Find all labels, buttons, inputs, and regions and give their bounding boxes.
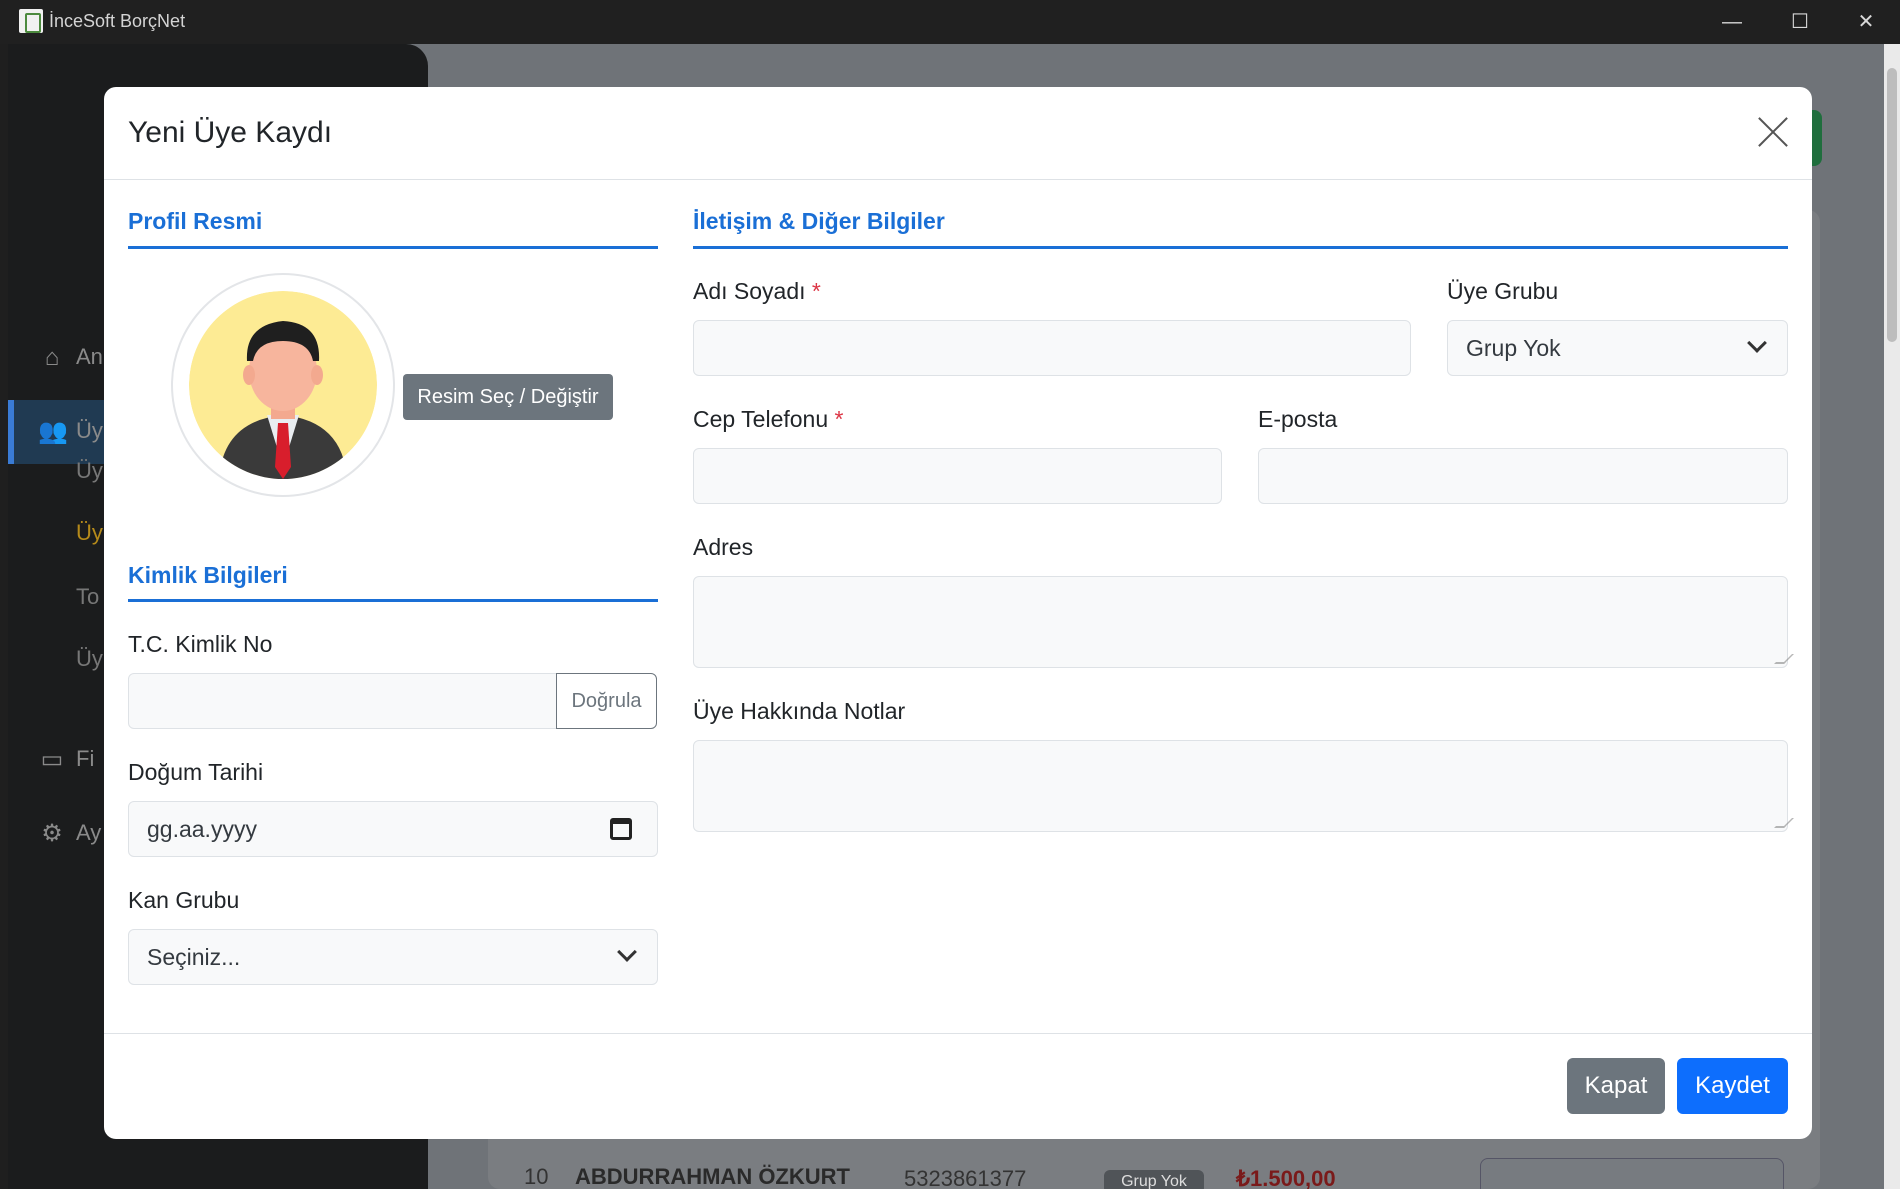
birthdate-input[interactable]: gg.aa.yyyy	[128, 801, 658, 857]
wallet-icon: ▭	[40, 746, 64, 773]
fullname-label: Adı Soyadı *	[693, 278, 821, 305]
sidebar-item-label: Ay	[76, 820, 102, 845]
blood-type-select[interactable]: Seçiniz...	[128, 929, 658, 985]
tc-input[interactable]	[128, 673, 558, 729]
avatar	[189, 291, 377, 479]
window-close-button[interactable]: ✕	[1832, 0, 1900, 44]
row-amount: ₺1.500,00	[1236, 1166, 1336, 1189]
address-label: Adres	[693, 534, 754, 560]
sidebar-subitem[interactable]: Üy	[76, 458, 103, 484]
resize-grip-icon[interactable]	[1774, 654, 1794, 664]
maximize-button[interactable]: ☐	[1766, 0, 1834, 44]
new-member-modal: Yeni Üye Kaydı Profil Resmi Resim Seç / …	[104, 87, 1812, 1139]
profile-section-divider	[128, 246, 658, 249]
contact-section-divider	[693, 246, 1788, 249]
minimize-button[interactable]: —	[1698, 0, 1766, 44]
sidebar-item-label: An	[76, 344, 103, 369]
scrollbar-thumb[interactable]	[1887, 68, 1897, 342]
row-phone: 5323861377	[904, 1166, 1027, 1189]
close-button[interactable]: Kapat	[1567, 1058, 1665, 1114]
member-group-label: Üye Grubu	[1447, 278, 1559, 304]
blood-type-label: Kan Grubu	[128, 887, 240, 913]
sidebar-item-label: Fi	[76, 746, 95, 771]
phone-label: Cep Telefonu *	[693, 406, 843, 433]
required-mark: *	[811, 278, 821, 304]
modal-title: Yeni Üye Kaydı	[128, 116, 333, 149]
row-name: ABDURRAHMAN ÖZKURT	[575, 1164, 850, 1189]
phone-label-text: Cep Telefonu	[693, 406, 829, 432]
contact-section-title: İletişim & Diğer Bilgiler	[693, 208, 945, 234]
row-group-badge: Grup Yok	[1104, 1170, 1204, 1189]
home-icon: ⌂	[44, 344, 60, 371]
modal-header: Yeni Üye Kaydı	[104, 87, 1812, 180]
modal-footer: Kapat Kaydet	[104, 1033, 1812, 1139]
tc-label: T.C. Kimlik No	[128, 631, 273, 657]
row-index: 10	[524, 1164, 549, 1189]
select-picture-button[interactable]: Resim Seç / Değiştir	[403, 374, 613, 420]
birthdate-label: Doğum Tarihi	[128, 759, 264, 785]
fullname-input[interactable]	[693, 320, 1411, 376]
resize-grip-icon[interactable]	[1774, 818, 1794, 828]
email-input[interactable]	[1258, 448, 1788, 504]
sidebar-subitem[interactable]: To	[76, 584, 99, 610]
verify-button[interactable]: Doğrula	[556, 673, 657, 729]
app-logo-icon	[19, 9, 43, 33]
profile-section-title: Profil Resmi	[128, 208, 263, 234]
close-icon[interactable]	[1756, 115, 1790, 149]
sidebar-subitem[interactable]: Üy	[76, 646, 103, 672]
identity-section-title: Kimlik Bilgileri	[128, 562, 288, 588]
sidebar-item-label: Üy	[76, 418, 103, 443]
address-textarea[interactable]	[693, 576, 1794, 668]
window-titlebar: İnceSoft BorçNet — ☐ ✕	[0, 0, 1900, 44]
save-button[interactable]: Kaydet	[1677, 1058, 1788, 1114]
email-label: E-posta	[1258, 406, 1338, 432]
member-group-select[interactable]: Grup Yok	[1447, 320, 1788, 376]
notes-label: Üye Hakkında Notlar	[693, 698, 906, 724]
identity-section-divider	[128, 599, 658, 602]
gear-icon: ⚙	[41, 820, 63, 847]
calendar-icon[interactable]	[610, 818, 632, 840]
row-action-buttons[interactable]	[1480, 1158, 1784, 1189]
fullname-label-text: Adı Soyadı	[693, 278, 806, 304]
users-icon: 👥	[38, 418, 68, 445]
phone-input[interactable]	[693, 448, 1222, 504]
sidebar-subitem-active[interactable]: Üy	[76, 520, 103, 546]
required-mark: *	[834, 406, 844, 432]
notes-textarea[interactable]	[693, 740, 1794, 832]
window-title: İnceSoft BorçNet	[49, 11, 186, 31]
